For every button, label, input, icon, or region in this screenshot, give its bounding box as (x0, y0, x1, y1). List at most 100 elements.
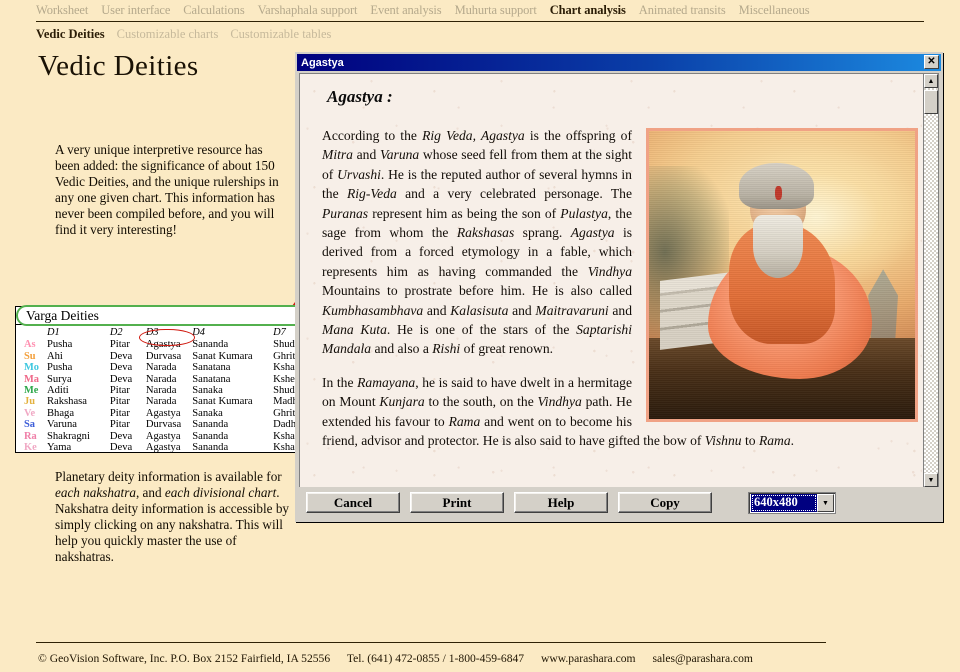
deity-cell[interactable]: Deva (108, 431, 144, 442)
emphasized-term: Puranas (322, 205, 369, 221)
column-header-d1: D1 (46, 327, 60, 338)
close-icon[interactable]: ✕ (924, 55, 939, 69)
footer-email[interactable]: sales@parashara.com (652, 652, 752, 665)
deity-cell[interactable]: Durvasa (144, 419, 190, 430)
deity-cell[interactable]: Sanat Kumara (190, 396, 271, 407)
deity-cell[interactable]: Deva (108, 362, 144, 373)
scroll-up-icon[interactable]: ▲ (924, 74, 938, 88)
deity-cell[interactable]: Pitar (108, 419, 144, 430)
deity-cell[interactable]: Pusha (45, 362, 108, 373)
deity-cell[interactable]: Sananda (190, 339, 271, 350)
emphasized-term: Varuna (379, 147, 420, 163)
deity-cell[interactable]: Narada (144, 362, 190, 373)
planet-abbreviation[interactable]: Sa (16, 419, 45, 430)
dialog-title: Agastya (301, 56, 344, 69)
resolution-select[interactable]: 640x480 ▼ (748, 491, 836, 514)
emphasized-term: Vindhya (587, 263, 632, 279)
nav-item-muhurta-support[interactable]: Muhurta support (455, 3, 537, 18)
deity-cell[interactable]: Yama (45, 442, 108, 453)
planet-abbreviation[interactable]: Ra (16, 431, 45, 442)
emphasized-term: Rakshasas (456, 225, 515, 241)
chevron-down-icon[interactable]: ▼ (817, 493, 834, 512)
deity-cell[interactable]: Aditi (45, 385, 108, 396)
planet-abbreviation[interactable]: As (16, 339, 45, 350)
agastya-dialog[interactable]: Agastya ✕ Agastya : According to the Rig… (295, 52, 943, 522)
planet-abbreviation[interactable]: Ju (16, 396, 45, 407)
deity-cell[interactable]: Agastya (144, 431, 190, 442)
planet-abbreviation[interactable]: Me (16, 385, 45, 396)
nav-item-event-analysis[interactable]: Event analysis (370, 3, 441, 18)
planet-abbreviation[interactable]: Ma (16, 374, 45, 385)
scrollbar-track[interactable] (924, 88, 938, 473)
deity-cell[interactable]: Pitar (108, 408, 144, 419)
nav-item-chart-analysis[interactable]: Chart analysis (550, 3, 626, 18)
nav-item-varshaphala-support[interactable]: Varshaphala support (258, 3, 358, 18)
nav-item-calculations[interactable]: Calculations (183, 3, 244, 18)
nav-item-animated-transits[interactable]: Animated transits (639, 3, 726, 18)
subnav-item-vedic-deities[interactable]: Vedic Deities (36, 27, 105, 42)
planet-abbreviation[interactable]: Su (16, 351, 45, 362)
subnav-item-customizable-tables[interactable]: Customizable tables (230, 27, 331, 42)
deity-cell[interactable]: Pitar (108, 339, 144, 350)
deity-cell[interactable]: Agastya (144, 339, 190, 350)
deity-cell[interactable]: Deva (108, 351, 144, 362)
planet-abbreviation[interactable]: Ve (16, 408, 45, 419)
scrollbar-thumb[interactable] (924, 90, 938, 114)
help-button[interactable]: Help (514, 492, 608, 513)
subnav-item-customizable-charts[interactable]: Customizable charts (117, 27, 219, 42)
emphasized-term: Vishnu (704, 433, 742, 449)
nakshatra-paragraph: Planetary deity information is available… (55, 469, 295, 566)
dialog-scrollbar[interactable]: ▲ ▼ (923, 73, 939, 488)
footer-company: © GeoVision Software, Inc. P.O. Box 2152… (38, 652, 331, 665)
deity-cell[interactable]: Ahi (45, 351, 108, 362)
deity-cell[interactable]: Sanat Kumara (190, 351, 271, 362)
deity-cell[interactable]: Deva (108, 374, 144, 385)
dialog-titlebar[interactable]: Agastya ✕ (297, 54, 941, 71)
sub-navigation: Vedic Deities Customizable charts Customiz… (0, 25, 960, 43)
nav-item-miscellaneous[interactable]: Miscellaneous (739, 3, 810, 18)
body-text: . (790, 433, 795, 449)
deity-cell[interactable]: Sanaka (190, 408, 271, 419)
deity-cell[interactable]: Pitar (108, 396, 144, 407)
deity-cell[interactable]: Sananda (190, 419, 271, 430)
cancel-button[interactable]: Cancel (306, 492, 400, 513)
deity-cell[interactable]: Narada (144, 385, 190, 396)
deity-cell[interactable]: Sananda (190, 442, 271, 453)
column-header-d4: D4 (192, 327, 205, 338)
deity-cell[interactable]: Agastya (144, 408, 190, 419)
document-text: According to the Rig Veda, Agastya is th… (322, 126, 918, 465)
deity-cell[interactable]: Varuna (45, 419, 108, 430)
deity-cell[interactable]: Bhaga (45, 408, 108, 419)
nav-item-worksheet[interactable]: Worksheet (36, 3, 88, 18)
planet-abbreviation[interactable]: Ke (16, 442, 45, 453)
body-text: and also a (371, 341, 433, 357)
emphasized-term: Pulastya (560, 205, 608, 221)
deity-cell[interactable]: Pitar (108, 385, 144, 396)
deity-cell[interactable]: Shakragni (45, 431, 108, 442)
deity-cell[interactable]: Surya (45, 374, 108, 385)
deity-cell[interactable]: Pusha (45, 339, 108, 350)
deity-cell[interactable]: Durvasa (144, 351, 190, 362)
nakshatra-text-mid: , and (135, 485, 165, 501)
deity-cell[interactable]: Deva (108, 442, 144, 453)
deity-cell[interactable]: Rakshasa (45, 396, 108, 407)
print-button[interactable]: Print (410, 492, 504, 513)
planet-abbreviation[interactable]: Mo (16, 362, 45, 373)
footer-divider (36, 642, 826, 643)
deity-cell[interactable]: Narada (144, 374, 190, 385)
copy-button[interactable]: Copy (618, 492, 712, 513)
deity-cell[interactable]: Narada (144, 396, 190, 407)
emphasized-term: Kalasisuta (450, 302, 509, 318)
deity-cell[interactable]: Sanatana (190, 362, 271, 373)
emphasized-term: Rama (758, 433, 791, 449)
emphasized-term: Urvashi (337, 166, 381, 182)
deity-cell[interactable]: Sanatana (190, 374, 271, 385)
deity-cell[interactable]: Sananda (190, 431, 271, 442)
intro-paragraph: A very unique interpretive resource has … (55, 142, 279, 238)
deity-cell[interactable]: Sanaka (190, 385, 271, 396)
emphasized-term: Maitravaruni (535, 302, 609, 318)
scroll-down-icon[interactable]: ▼ (924, 473, 938, 487)
nav-item-user-interface[interactable]: User interface (101, 3, 170, 18)
footer-website[interactable]: www.parashara.com (541, 652, 636, 665)
deity-cell[interactable]: Agastya (144, 442, 190, 453)
